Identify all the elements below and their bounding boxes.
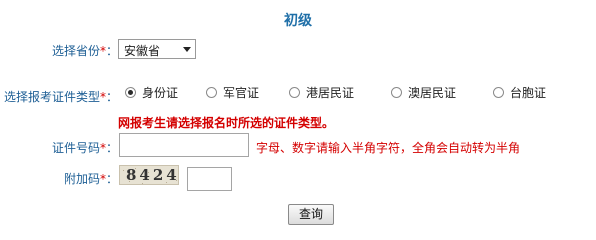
radio-label: 台胞证 — [510, 86, 547, 100]
radio-label: 澳居民证 — [408, 86, 457, 100]
radio-empty-icon — [289, 87, 300, 98]
radio-military-id[interactable]: 军官证 — [206, 84, 259, 101]
chevron-down-icon — [183, 47, 191, 52]
radio-label: 身份证 — [142, 86, 179, 100]
captcha-label: 附加码*： — [63, 172, 118, 186]
radio-selected-icon — [125, 87, 136, 98]
radio-label: 港居民证 — [306, 86, 355, 100]
id-number-input[interactable] — [119, 133, 249, 157]
radio-empty-icon — [493, 87, 504, 98]
radio-taiwan-compatriot[interactable]: 台胞证 — [493, 84, 546, 101]
captcha-image[interactable]: 8424 — [119, 165, 179, 185]
id-type-label: 选择报考证件类型*： — [3, 90, 118, 104]
radio-id-card[interactable]: 身份证 — [125, 84, 178, 101]
radio-label: 军官证 — [223, 86, 260, 100]
id-number-label: 证件号码*： — [51, 141, 118, 155]
id-type-warning: 网报考生请选择报名时所选的证件类型。 — [118, 116, 335, 130]
captcha-code: 8424 — [126, 166, 179, 184]
page-title: 初级 — [284, 13, 312, 29]
province-selected-value: 安徽省 — [124, 44, 161, 58]
radio-empty-icon — [206, 87, 217, 98]
radio-empty-icon — [391, 87, 402, 98]
captcha-input[interactable] — [187, 167, 232, 191]
province-select[interactable]: 安徽省 — [118, 39, 196, 59]
query-button[interactable]: 查询 — [288, 204, 334, 225]
id-number-hint: 字母、数字请输入半角字符，全角会自动转为半角 — [256, 141, 521, 155]
radio-hk-resident[interactable]: 港居民证 — [289, 84, 354, 101]
province-label: 选择省份*： — [51, 44, 118, 58]
radio-macau-resident[interactable]: 澳居民证 — [391, 84, 456, 101]
